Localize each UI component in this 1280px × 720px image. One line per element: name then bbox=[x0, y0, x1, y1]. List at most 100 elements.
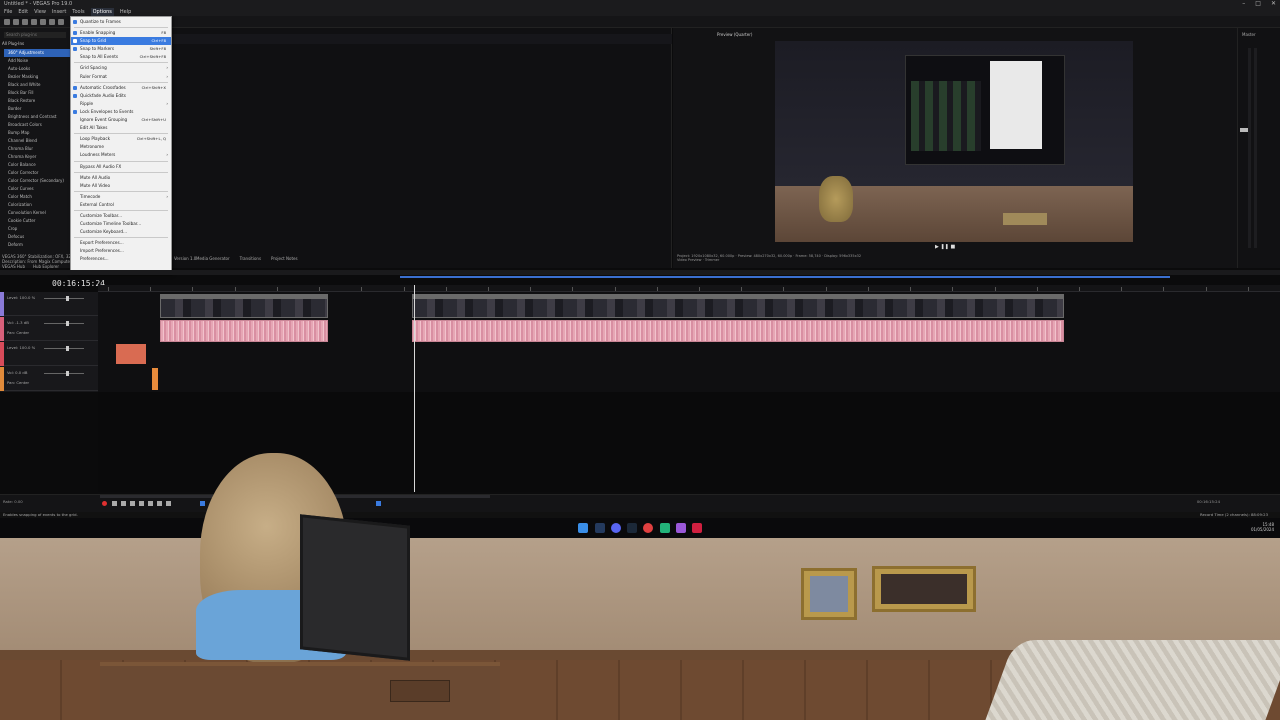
overlay-clip[interactable] bbox=[116, 344, 146, 364]
close-button[interactable]: ✕ bbox=[1271, 0, 1276, 8]
slider-knob[interactable] bbox=[66, 371, 69, 376]
go-to-start-icon[interactable] bbox=[157, 501, 162, 506]
plugin-list-item[interactable]: Color Balance bbox=[4, 161, 70, 169]
tab-transitions[interactable]: Transitions bbox=[240, 256, 261, 261]
discord-icon[interactable] bbox=[611, 523, 621, 533]
preview-quality-dropdown[interactable]: Preview (Quarter) bbox=[717, 32, 752, 37]
normal-edit-tool-icon[interactable] bbox=[200, 501, 205, 506]
options-menu-item[interactable]: Mute All Audio bbox=[71, 174, 171, 182]
plugin-list-item[interactable]: 360° Adjustments bbox=[4, 49, 70, 57]
options-menu-item[interactable]: Mute All Video bbox=[71, 182, 171, 190]
video-track-header[interactable]: Level: 100.0 % bbox=[0, 342, 98, 366]
loop-icon[interactable] bbox=[112, 501, 117, 506]
obs-icon[interactable] bbox=[643, 523, 653, 533]
plugin-list-item[interactable]: Color Corrector bbox=[4, 169, 70, 177]
plugin-list-item[interactable]: Channel Blend bbox=[4, 137, 70, 145]
plugin-list-item[interactable]: Bump Map bbox=[4, 129, 70, 137]
menu-view[interactable]: View bbox=[34, 8, 46, 16]
undo-icon[interactable] bbox=[49, 19, 55, 25]
plugin-list-item[interactable]: Chroma Keyer bbox=[4, 153, 70, 161]
play-icon[interactable] bbox=[130, 501, 135, 506]
menu-insert[interactable]: Insert bbox=[52, 8, 66, 16]
options-menu-item[interactable]: Export Preferences... bbox=[71, 239, 171, 247]
options-menu-item[interactable]: Automatic Crossfades Ctrl+Shift+X bbox=[71, 84, 171, 92]
plugin-list-item[interactable]: Brightness and Contrast bbox=[4, 113, 70, 121]
plugin-list-item[interactable]: Block Bar Fill bbox=[4, 89, 70, 97]
options-menu-item[interactable]: Customize Timeline Toolbar... bbox=[71, 220, 171, 228]
options-menu-item[interactable]: Ruler Format › bbox=[71, 73, 171, 81]
options-menu-item[interactable]: Customize Keyboard... bbox=[71, 228, 171, 236]
playhead-cursor[interactable] bbox=[414, 285, 415, 492]
master-fader-handle[interactable] bbox=[1240, 128, 1248, 132]
audio-track-header[interactable]: Vol: 0.0 dB Pan: Center bbox=[0, 367, 98, 391]
media-icon[interactable] bbox=[692, 523, 702, 533]
timeline-tracks[interactable] bbox=[98, 292, 1280, 392]
stop-icon[interactable]: ■ bbox=[950, 244, 955, 250]
options-menu-item[interactable]: Bypass All Audio FX bbox=[71, 163, 171, 171]
options-menu-item[interactable]: Timecode › bbox=[71, 193, 171, 201]
plugin-list-item[interactable]: Border bbox=[4, 105, 70, 113]
options-menu-item[interactable]: Ripple › bbox=[71, 100, 171, 108]
plugin-list-item[interactable]: Chroma Blur bbox=[4, 145, 70, 153]
options-menu-item[interactable]: Preferences... bbox=[71, 255, 171, 263]
menu-file[interactable]: File bbox=[4, 8, 12, 16]
go-to-end-icon[interactable] bbox=[166, 501, 171, 506]
plugin-list-item[interactable]: Defocus bbox=[4, 233, 70, 241]
photoshop-icon[interactable] bbox=[595, 523, 605, 533]
options-menu-item[interactable]: Import Preferences... bbox=[71, 247, 171, 255]
options-menu-item[interactable]: Metronome bbox=[71, 143, 171, 151]
timeline-selection-bar[interactable] bbox=[400, 276, 1170, 278]
menu-help[interactable]: Help bbox=[120, 8, 131, 16]
properties-icon[interactable] bbox=[40, 19, 46, 25]
snapping-icon[interactable] bbox=[376, 501, 381, 506]
plugin-list-item[interactable]: Bezier Masking bbox=[4, 73, 70, 81]
stop-icon[interactable] bbox=[148, 501, 153, 506]
system-clock[interactable]: 15:48 01/05/2024 bbox=[1251, 522, 1274, 532]
options-menu-item[interactable]: Customize Toolbar... bbox=[71, 212, 171, 220]
options-menu-item[interactable]: Snap to Markers Shift+F8 bbox=[71, 45, 171, 53]
pause-icon[interactable]: ❚❚ bbox=[940, 244, 948, 250]
app-icon[interactable] bbox=[660, 523, 670, 533]
track-volume-slider[interactable] bbox=[44, 296, 84, 301]
options-menu-item[interactable]: Ignore Event Grouping Ctrl+Shift+U bbox=[71, 116, 171, 124]
track-volume-slider[interactable] bbox=[44, 371, 84, 376]
menu-tools[interactable]: Tools bbox=[72, 8, 84, 16]
tab-trimmer[interactable]: Trimmer bbox=[705, 258, 719, 262]
track-volume-slider[interactable] bbox=[44, 321, 84, 326]
tab-hub-explorer[interactable]: Hub Explorer bbox=[33, 264, 59, 269]
slider-knob[interactable] bbox=[66, 321, 69, 326]
plugin-tree-root[interactable]: All Plug-Ins bbox=[2, 41, 68, 47]
audio-clip[interactable] bbox=[412, 320, 1064, 342]
tab-video-preview[interactable]: Video Preview bbox=[677, 258, 702, 262]
tab-media-generator[interactable]: Media Generator bbox=[196, 256, 230, 261]
redo-icon[interactable] bbox=[58, 19, 64, 25]
options-menu-item[interactable]: Enable Snapping F8 bbox=[71, 29, 171, 37]
tab-vegas-hub[interactable]: VEGAS Hub bbox=[2, 264, 25, 269]
new-project-icon[interactable] bbox=[4, 19, 10, 25]
plugin-list-item[interactable]: Add Noise bbox=[4, 57, 70, 65]
timeline-ruler[interactable] bbox=[98, 285, 1280, 292]
options-menu-item[interactable]: Grid Spacing › bbox=[71, 64, 171, 72]
plugin-list-item[interactable]: Colorization bbox=[4, 201, 70, 209]
maximize-button[interactable]: □ bbox=[1255, 0, 1261, 8]
options-menu-item[interactable]: Loop Playback Ctrl+Shift+L, Q bbox=[71, 135, 171, 143]
options-menu-item[interactable]: Snap to Grid Ctrl+F8 bbox=[71, 37, 171, 46]
save-icon[interactable] bbox=[22, 19, 28, 25]
minimize-button[interactable]: – bbox=[1242, 0, 1245, 8]
plugin-search-input[interactable]: Search plug-ins bbox=[4, 32, 66, 38]
render-icon[interactable] bbox=[31, 19, 37, 25]
pause-icon[interactable] bbox=[139, 501, 144, 506]
video-track-header[interactable]: Level: 100.0 % bbox=[0, 292, 98, 316]
plugin-list-item[interactable]: Black Restore bbox=[4, 97, 70, 105]
audio-track-header[interactable]: Vol: -1.3 dB Pan: Center bbox=[0, 317, 98, 341]
plugin-list-item[interactable]: Broadcast Colors bbox=[4, 121, 70, 129]
menu-options[interactable]: Options bbox=[90, 8, 114, 16]
plugin-list-item[interactable]: Cookie Cutter bbox=[4, 217, 70, 225]
options-menu-item[interactable]: Snap to All Events Ctrl+Shift+F8 bbox=[71, 53, 171, 61]
options-menu-item[interactable]: Loudness Meters › bbox=[71, 151, 171, 159]
options-menu-item[interactable]: Quantize to Frames bbox=[71, 18, 171, 26]
video-clip[interactable] bbox=[412, 294, 1064, 318]
audio-clip-small[interactable] bbox=[152, 368, 158, 390]
plugin-list-item[interactable]: Deform bbox=[4, 241, 70, 249]
record-button[interactable] bbox=[102, 501, 107, 506]
